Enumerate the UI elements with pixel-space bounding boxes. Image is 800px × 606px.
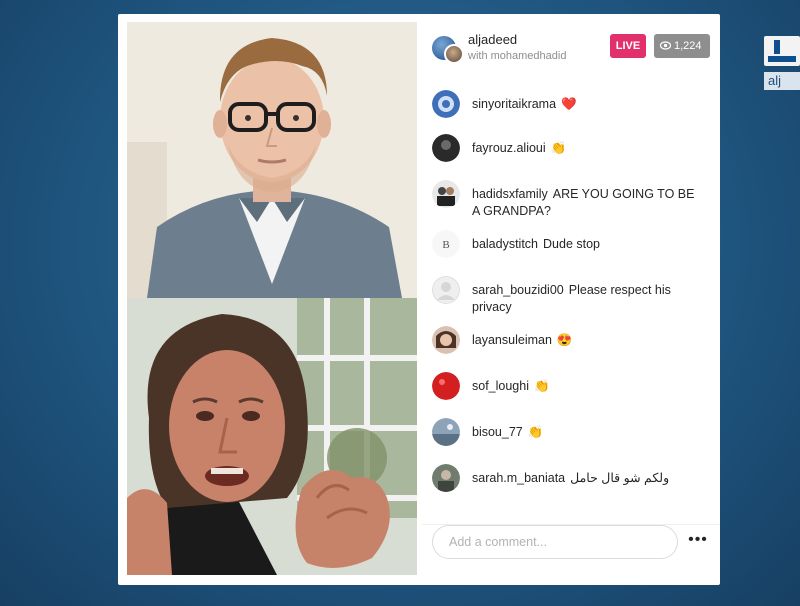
- comment-message: 😍: [556, 333, 573, 347]
- comment-text: sof_loughi 👏: [472, 378, 702, 395]
- commenter-avatar[interactable]: [432, 180, 460, 208]
- eye-icon: [660, 41, 671, 50]
- more-options-button[interactable]: •••: [686, 530, 710, 554]
- comment-text: hadidsxfamily ARE YOU GOING TO BE A GRAND…: [472, 186, 702, 220]
- split-video: [127, 22, 417, 575]
- comment-message: 👏: [534, 379, 550, 393]
- comment-text: fayrouz.alioui 👏: [472, 140, 702, 157]
- comment-text: sinyoritaikrama ❤️: [472, 96, 702, 113]
- channel-logo-word: alj: [764, 72, 800, 90]
- commenter-avatar[interactable]: [432, 276, 460, 304]
- comment-text: sarah_bouzidi00 Please respect his privac…: [472, 282, 702, 316]
- comment-text: layansuleiman 😍: [472, 332, 702, 349]
- comments-pane: aljadeed with mohamedhadid LIVE 1,224 si…: [422, 14, 720, 585]
- comment-text: bisou_77 👏: [472, 424, 702, 441]
- comment-message: ولكم شو قال حامل: [570, 471, 670, 485]
- viewer-count-badge[interactable]: 1,224: [654, 34, 710, 58]
- comment-text: sarah.m_baniata ولكم شو قال حامل: [472, 470, 702, 487]
- commenter-avatar[interactable]: B: [432, 230, 460, 258]
- viewer-count: 1,224: [674, 40, 702, 52]
- comment-username[interactable]: bisou_77: [472, 425, 523, 439]
- commenter-avatar[interactable]: [432, 134, 460, 162]
- commenter-avatar[interactable]: [432, 326, 460, 354]
- commenter-avatar[interactable]: [432, 418, 460, 446]
- comment-text: baladystitch Dude stop: [472, 236, 702, 253]
- comment-message: 👏: [550, 141, 567, 155]
- comment-username[interactable]: sof_loughi: [472, 379, 529, 393]
- comment-username[interactable]: layansuleiman: [472, 333, 552, 347]
- older-man-figure: [127, 298, 417, 575]
- comment-username[interactable]: sarah_bouzidi00: [472, 283, 564, 297]
- guest-avatar[interactable]: [444, 44, 464, 64]
- comment-username[interactable]: sarah.m_baniata: [472, 471, 565, 485]
- comment-username[interactable]: hadidsxfamily: [472, 187, 548, 201]
- comment-message: ❤️: [561, 97, 577, 111]
- host-subtitle[interactable]: with mohamedhadid: [468, 50, 566, 62]
- host-video-feed: [127, 298, 417, 575]
- comment-input[interactable]: [432, 525, 678, 559]
- commenter-avatar[interactable]: [432, 372, 460, 400]
- commenter-avatar[interactable]: [432, 90, 460, 118]
- comment-username[interactable]: fayrouz.alioui: [472, 141, 546, 155]
- comment-username[interactable]: baladystitch: [472, 237, 538, 251]
- comment-username[interactable]: sinyoritaikrama: [472, 97, 556, 111]
- guest-video-feed: [127, 22, 417, 298]
- commenter-avatar[interactable]: [432, 464, 460, 492]
- live-badge: LIVE: [610, 34, 646, 58]
- channel-logo-mark: [764, 36, 800, 66]
- young-man-figure: [127, 22, 417, 298]
- stream-header: aljadeed with mohamedhadid LIVE 1,224: [422, 28, 720, 74]
- live-stream-panel: aljadeed with mohamedhadid LIVE 1,224 si…: [118, 14, 720, 585]
- channel-logo: alj: [764, 36, 800, 102]
- host-username[interactable]: aljadeed: [468, 32, 517, 47]
- comment-message: 👏: [527, 425, 544, 439]
- svg-text:B: B: [442, 239, 449, 251]
- comment-message: Dude stop: [543, 237, 600, 251]
